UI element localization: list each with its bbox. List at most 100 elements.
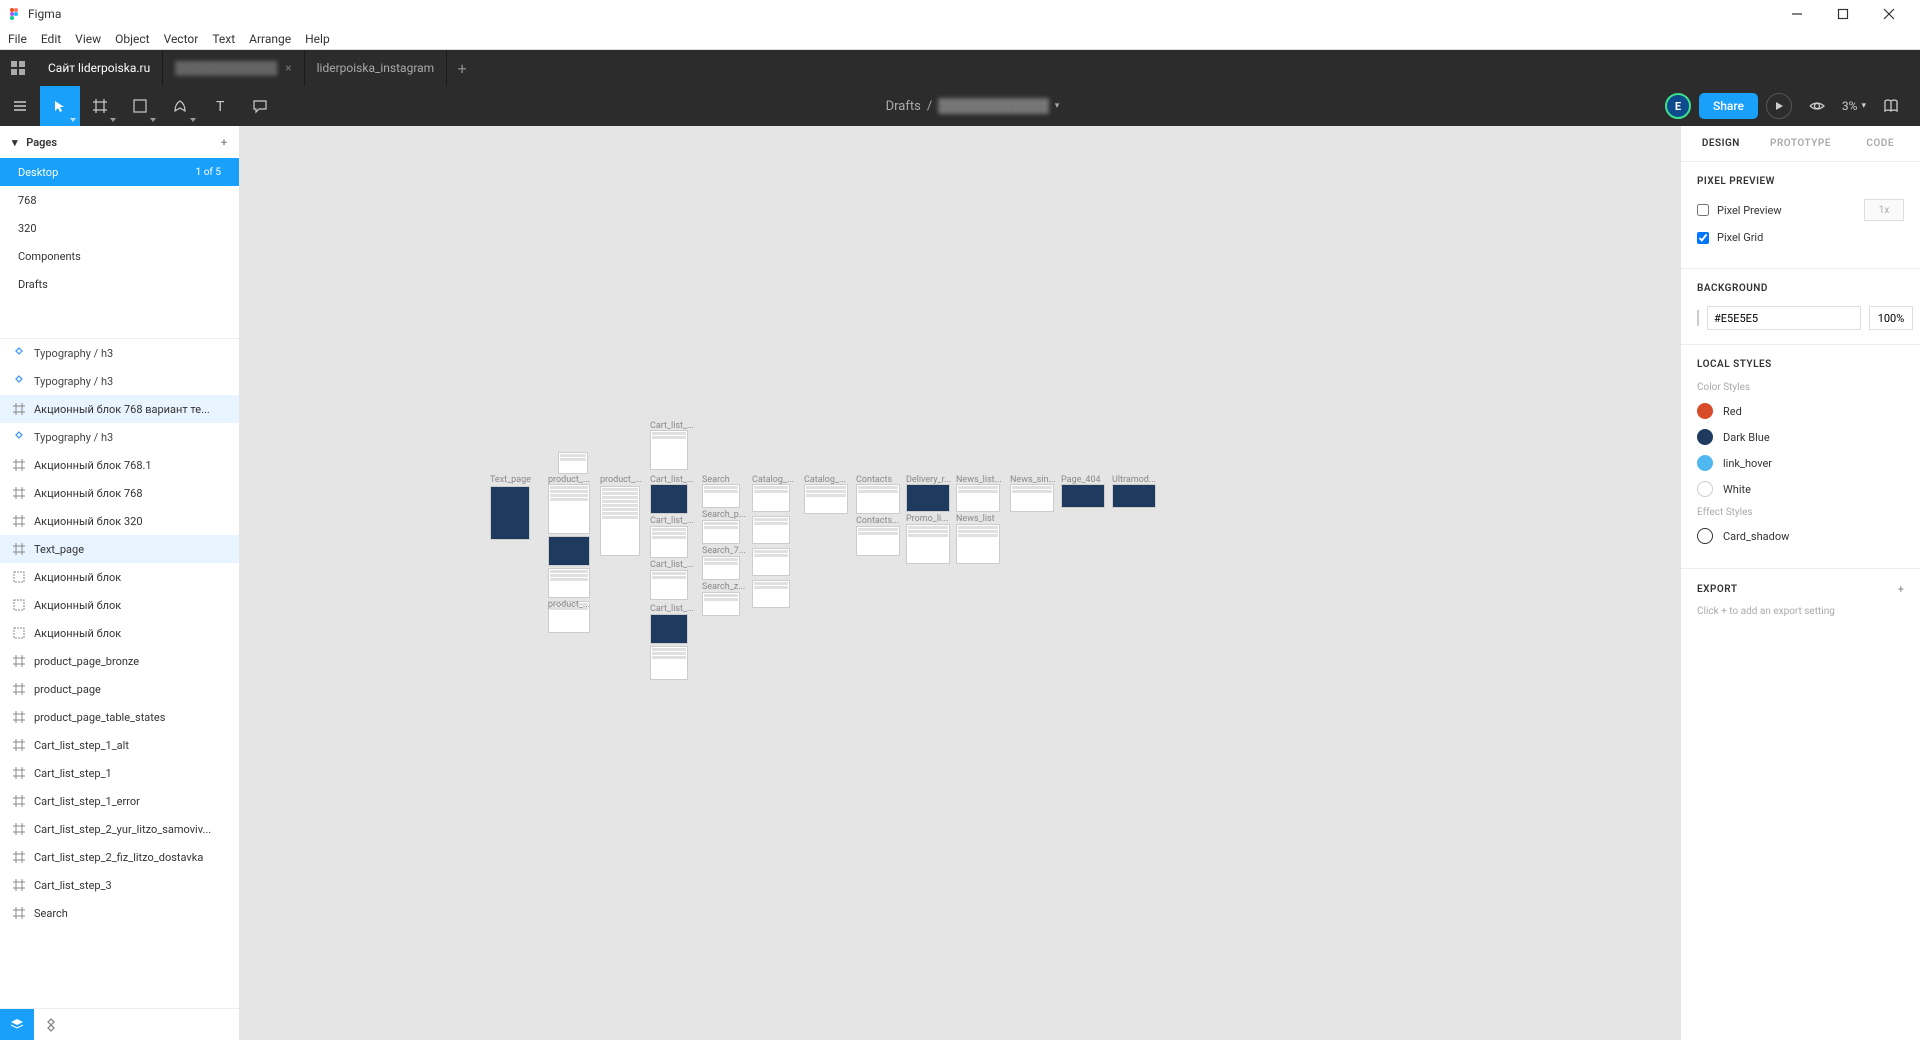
canvas-frame[interactable] <box>702 592 740 616</box>
canvas-frame[interactable] <box>752 516 790 544</box>
canvas-frame[interactable] <box>956 524 1000 564</box>
page-item[interactable]: Components <box>0 242 239 270</box>
canvas-frame[interactable] <box>752 580 790 608</box>
frame-label[interactable]: Cart_list_... <box>650 560 694 570</box>
layer-item[interactable]: Акционный блок 768 <box>0 479 239 507</box>
menu-edit[interactable]: Edit <box>41 32 61 46</box>
frame-label[interactable]: Search_p... <box>702 510 746 520</box>
close-button[interactable] <box>1866 0 1912 28</box>
canvas-frame[interactable] <box>1010 484 1054 512</box>
canvas-frame[interactable] <box>702 484 740 508</box>
frame-label[interactable]: Contacts... <box>856 516 899 526</box>
library-button[interactable] <box>1874 89 1908 123</box>
frame-label[interactable]: product_... <box>600 475 642 485</box>
canvas-frame[interactable] <box>906 524 950 564</box>
canvas-frame[interactable] <box>856 484 900 514</box>
menu-help[interactable]: Help <box>305 32 330 46</box>
avatar[interactable]: E <box>1665 93 1691 119</box>
canvas-frame[interactable] <box>702 520 740 544</box>
add-export-button[interactable]: + <box>1898 583 1904 596</box>
canvas-frame[interactable] <box>548 536 590 566</box>
add-tab-button[interactable]: + <box>447 59 477 78</box>
layers-tab-icon[interactable] <box>0 1009 34 1040</box>
page-item[interactable]: Drafts <box>0 270 239 298</box>
tab-design[interactable]: DESIGN <box>1681 138 1761 149</box>
pen-tool[interactable] <box>160 86 200 126</box>
canvas-frame[interactable] <box>702 556 740 580</box>
minimize-button[interactable] <box>1774 0 1820 28</box>
layer-item[interactable]: Акционный блок 768 вариант те... <box>0 395 239 423</box>
layer-item[interactable]: Cart_list_step_2_yur_litzo_samoviv... <box>0 815 239 843</box>
close-icon[interactable]: × <box>285 61 291 75</box>
view-settings-button[interactable] <box>1800 89 1834 123</box>
assets-tab-icon[interactable] <box>34 1009 68 1040</box>
canvas-frame[interactable] <box>752 548 790 576</box>
comment-tool[interactable] <box>240 86 280 126</box>
layer-item[interactable]: product_page_table_states <box>0 703 239 731</box>
layer-item[interactable]: Typography / h3 <box>0 423 239 451</box>
menu-object[interactable]: Object <box>115 32 149 46</box>
layer-item[interactable]: product_page <box>0 675 239 703</box>
file-tab[interactable]: liderpoiska_instagram <box>305 50 448 86</box>
pixel-grid-checkbox[interactable] <box>1697 232 1709 244</box>
layer-item[interactable]: Cart_list_step_1_error <box>0 787 239 815</box>
color-style-item[interactable]: White <box>1697 481 1904 497</box>
menu-view[interactable]: View <box>75 32 101 46</box>
color-style-item[interactable]: link_hover <box>1697 455 1904 471</box>
file-tab[interactable]: Сайт liderpoiska.ru <box>36 50 163 86</box>
add-page-button[interactable]: + <box>221 136 227 149</box>
canvas-frame[interactable] <box>856 526 900 556</box>
frame-label[interactable]: product_... <box>548 600 590 610</box>
color-style-item[interactable]: Dark Blue <box>1697 429 1904 445</box>
background-hex-input[interactable] <box>1707 306 1861 330</box>
tab-prototype[interactable]: PROTOTYPE <box>1761 138 1841 149</box>
canvas-frame[interactable] <box>650 526 688 558</box>
background-opacity-input[interactable] <box>1869 306 1913 330</box>
canvas-frame[interactable] <box>1112 484 1156 508</box>
canvas-frame[interactable] <box>804 484 848 514</box>
canvas-frame[interactable] <box>558 452 588 474</box>
frame-label[interactable]: Search_7... <box>702 546 746 556</box>
frame-label[interactable]: Text_page <box>490 475 531 485</box>
text-tool[interactable]: T <box>200 86 240 126</box>
layer-item[interactable]: Search <box>0 899 239 927</box>
frame-label[interactable]: Search_z... <box>702 582 745 592</box>
canvas-frame[interactable] <box>906 484 950 512</box>
background-swatch[interactable] <box>1697 310 1699 326</box>
canvas-frame[interactable] <box>956 484 1000 512</box>
menu-file[interactable]: File <box>8 32 27 46</box>
pixel-preview-checkbox[interactable] <box>1697 204 1709 216</box>
layer-item[interactable]: product_page_bronze <box>0 647 239 675</box>
pages-header[interactable]: ▾ Pages + <box>0 126 239 158</box>
zoom-control[interactable]: 3%▾ <box>1842 99 1866 113</box>
hamburger-menu-button[interactable] <box>0 86 40 126</box>
layer-item[interactable]: Акционный блок 768.1 <box>0 451 239 479</box>
layer-item[interactable]: Акционный блок <box>0 619 239 647</box>
canvas-frame[interactable] <box>600 486 640 556</box>
share-button[interactable]: Share <box>1699 93 1758 119</box>
present-button[interactable] <box>1766 93 1792 119</box>
canvas-frame[interactable] <box>490 486 530 540</box>
layer-item[interactable]: Cart_list_step_2_fiz_litzo_dostavka <box>0 843 239 871</box>
frame-label[interactable]: Cart_list_... <box>650 604 694 614</box>
page-item[interactable]: 768 <box>0 186 239 214</box>
canvas-frame[interactable] <box>650 614 688 644</box>
frame-tool[interactable] <box>80 86 120 126</box>
layer-item[interactable]: Typography / h3 <box>0 339 239 367</box>
menu-text[interactable]: Text <box>212 32 235 46</box>
layer-item[interactable]: Акционный блок <box>0 591 239 619</box>
pixel-preview-scale[interactable] <box>1864 199 1904 221</box>
layer-item[interactable]: Text_page <box>0 535 239 563</box>
shape-tool[interactable] <box>120 86 160 126</box>
menu-vector[interactable]: Vector <box>164 32 199 46</box>
frame-label[interactable]: Cart_list_... <box>650 516 694 526</box>
menu-arrange[interactable]: Arrange <box>249 32 291 46</box>
canvas-frame[interactable] <box>650 570 688 600</box>
maximize-button[interactable] <box>1820 0 1866 28</box>
file-tab[interactable]: ████████████× <box>163 50 304 86</box>
effect-style-item[interactable]: Card_shadow <box>1697 528 1904 544</box>
layer-item[interactable]: Cart_list_step_1_alt <box>0 731 239 759</box>
canvas-frame[interactable] <box>548 568 590 598</box>
move-tool[interactable] <box>40 86 80 126</box>
canvas-frame[interactable] <box>650 646 688 680</box>
